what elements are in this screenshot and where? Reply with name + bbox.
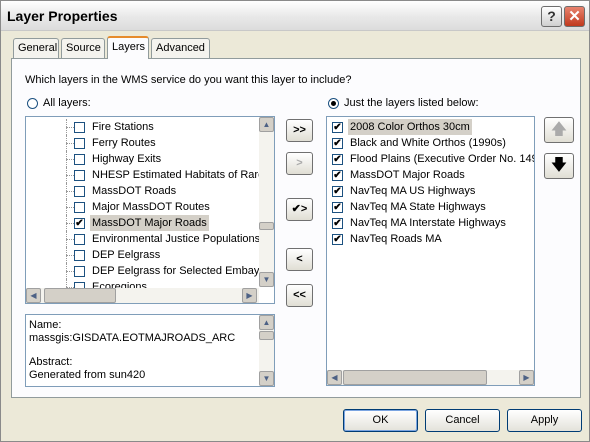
scroll-thumb[interactable] [343,370,487,385]
tree-item-label[interactable]: Environmental Justice Populations [90,231,262,247]
ok-button[interactable]: OK [343,409,418,432]
tree-line [66,271,74,272]
tab-source[interactable]: Source [61,38,105,58]
info-vertical-scrollbar[interactable]: ▲ ▼ [259,315,274,386]
remove-button[interactable]: < [286,248,313,271]
scroll-thumb[interactable] [259,331,274,340]
move-up-button[interactable]: 🡅 [544,117,574,143]
listed-layers-radio[interactable] [328,98,339,109]
selected-layer-label[interactable]: NavTeq Roads MA [348,231,444,247]
wms-layer-tree[interactable]: Fire Stations Ferry Routes Highway Exits NH… [25,116,275,304]
info-abstract-label: Abstract: [29,356,73,368]
selected-layers-list[interactable]: ✔ 2008 Color Orthos 30cm ✔ Black and White … [326,116,535,386]
scroll-left-arrow-icon[interactable]: ◀ [26,288,41,303]
scroll-thumb[interactable] [44,288,116,303]
tree-line [66,239,74,240]
scroll-right-arrow-icon[interactable]: ▶ [519,370,534,385]
layer-checkbox[interactable] [74,202,85,213]
selected-layer-label[interactable]: NavTeq MA US Highways [348,183,477,199]
all-layers-label: All layers: [43,97,91,109]
scroll-up-arrow-icon[interactable]: ▲ [259,315,274,330]
scroll-right-arrow-icon[interactable]: ▶ [242,288,257,303]
info-name-value: massgis:GISDATA.EOTMAJROADS_ARC [29,332,236,344]
tree-line [66,207,74,208]
close-button[interactable]: ✕ [564,6,585,27]
selected-layer-label[interactable]: Flood Plains (Executive Order No. 149: [348,151,534,167]
tree-line [66,191,74,192]
layer-checkbox[interactable] [74,266,85,277]
selected-layer-label[interactable]: MassDOT Major Roads [348,167,467,183]
layer-checkbox[interactable] [74,170,85,181]
tree-item-label[interactable]: Highway Exits [90,151,163,167]
tree-vertical-scrollbar[interactable]: ▲ ▼ [259,117,274,287]
tree-line [66,159,74,160]
layer-checkbox[interactable] [74,122,85,133]
scroll-down-arrow-icon[interactable]: ▼ [259,272,274,287]
tree-item-label[interactable]: Major MassDOT Routes [90,199,212,215]
selected-layer-checkbox[interactable]: ✔ [332,218,343,229]
add-button[interactable]: > [286,152,313,175]
info-abstract-value: Generated from sun420 [29,369,146,381]
selected-layer-checkbox[interactable]: ✔ [332,234,343,245]
layer-checkbox[interactable] [74,154,85,165]
tab-layers[interactable]: Layers [107,36,149,59]
layer-checkbox[interactable] [74,234,85,245]
help-button[interactable]: ? [541,6,562,27]
selected-layer-checkbox[interactable]: ✔ [332,186,343,197]
remove-all-button[interactable]: << [286,284,313,307]
move-down-button[interactable]: 🡇 [544,153,574,179]
tree-item-label[interactable]: MassDOT Major Roads [90,215,209,231]
layer-checkbox[interactable] [74,250,85,261]
scroll-up-arrow-icon[interactable]: ▲ [259,117,274,132]
tree-line [66,175,74,176]
tree-line [66,255,74,256]
tab-general[interactable]: General [13,38,59,58]
info-name-label: Name: [29,319,62,331]
selected-layer-checkbox[interactable]: ✔ [332,122,343,133]
layer-checkbox[interactable]: ✔ [74,218,85,229]
up-arrow-icon: 🡅 [550,121,568,138]
scroll-down-arrow-icon[interactable]: ▼ [259,371,274,386]
title-bar[interactable]: Layer Properties ? ✕ [1,1,589,31]
selected-layer-label[interactable]: Black and White Orthos (1990s) [348,135,508,151]
tree-line [66,223,74,224]
apply-button[interactable]: Apply [507,409,582,432]
listed-layers-label: Just the layers listed below: [344,97,479,109]
layer-properties-dialog: Layer Properties ? ✕ General Source Laye… [0,0,590,442]
selected-layer-checkbox[interactable]: ✔ [332,202,343,213]
layer-checkbox[interactable] [74,186,85,197]
tree-item-label[interactable]: DEP Eelgrass [90,247,162,263]
tree-item-label[interactable]: NHESP Estimated Habitats of Rare [90,167,266,183]
selected-layer-checkbox[interactable]: ✔ [332,138,343,149]
tree-item-label[interactable]: Ferry Routes [90,135,158,151]
tree-line [66,143,74,144]
tree-horizontal-scrollbar[interactable]: ◀ ▶ [26,288,259,303]
selected-layer-label[interactable]: NavTeq MA Interstate Highways [348,215,508,231]
tree-item-label[interactable]: MassDOT Roads [90,183,178,199]
scroll-thumb[interactable] [259,222,274,230]
selected-layer-label[interactable]: NavTeq MA State Highways [348,199,488,215]
tree-item-label[interactable]: DEP Eelgrass for Selected Embaym [90,263,270,279]
add-all-button[interactable]: >> [286,119,313,142]
selected-layer-label[interactable]: 2008 Color Orthos 30cm [348,119,472,135]
tree-line [66,127,74,128]
tab-advanced[interactable]: Advanced [151,38,210,58]
layer-info-box: Name: massgis:GISDATA.EOTMAJROADS_ARC Ab… [25,314,275,387]
selected-layer-checkbox[interactable]: ✔ [332,170,343,181]
cancel-button[interactable]: Cancel [425,409,500,432]
layers-prompt: Which layers in the WMS service do you w… [25,74,352,86]
selected-horizontal-scrollbar[interactable]: ◀ ▶ [327,370,534,385]
tree-item-label[interactable]: Fire Stations [90,119,156,135]
scroll-left-arrow-icon[interactable]: ◀ [327,370,342,385]
down-arrow-icon: 🡇 [550,157,568,174]
layer-checkbox[interactable] [74,138,85,149]
add-checked-button[interactable]: ✔> [286,198,313,221]
selected-layer-checkbox[interactable]: ✔ [332,154,343,165]
all-layers-radio[interactable] [27,98,38,109]
dialog-title: Layer Properties [7,8,118,24]
